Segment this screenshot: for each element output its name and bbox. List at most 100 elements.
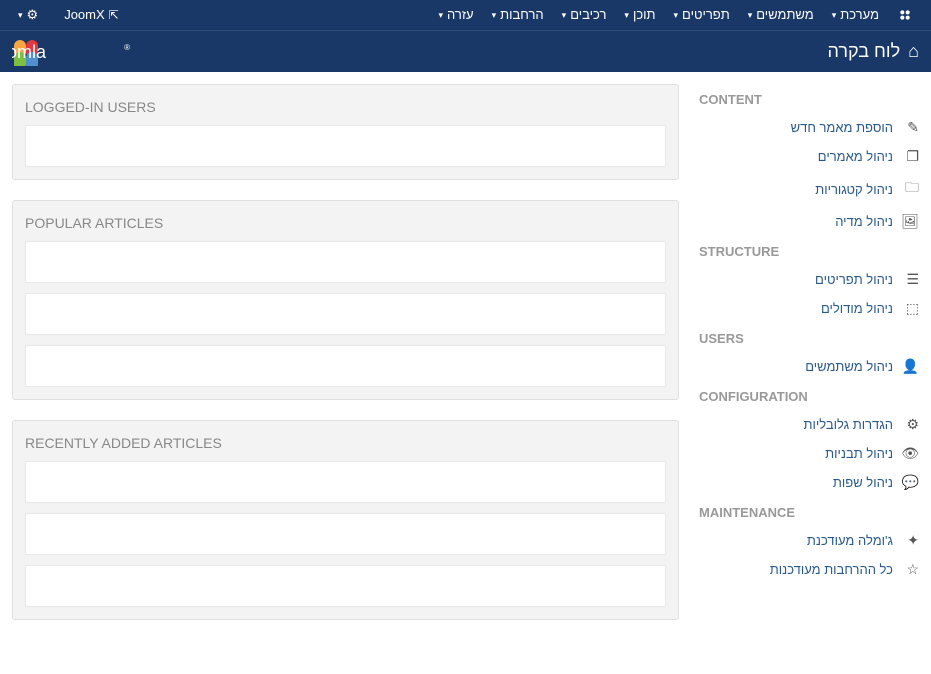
- nav-heading: STRUCTURE: [699, 236, 919, 265]
- nav-manage-modules[interactable]: ⬚ ניהול מודולים: [699, 294, 919, 323]
- nav-manage-users[interactable]: 👤 ניהול משתמשים: [699, 352, 919, 381]
- panel-recently-added-articles: RECENTLY ADDED ARTICLES: [12, 420, 679, 620]
- gear-icon: ⚙: [27, 0, 39, 30]
- menu-menus[interactable]: תפריטים▾: [666, 0, 738, 30]
- nav-label: ניהול מאמרים: [818, 149, 893, 164]
- nav-manage-menus[interactable]: ☰ ניהול תפריטים: [699, 265, 919, 294]
- nav-label: ניהול משתמשים: [805, 359, 893, 374]
- caret-down-icon: ▾: [562, 0, 567, 30]
- star-icon: ☆: [903, 561, 919, 578]
- table-row[interactable]: [25, 513, 666, 555]
- nav-label: ניהול קטגוריות: [815, 182, 893, 197]
- nav-section-structure: STRUCTURE ☰ ניהול תפריטים ⬚ ניהול מודולים: [699, 236, 919, 323]
- panel-title: LOGGED-IN USERS: [25, 95, 666, 125]
- top-menubar: מערכת▾ משתמשים▾ תפריטים▾ תוכן▾ רכיבים▾ ה…: [0, 0, 931, 30]
- menu-system[interactable]: מערכת▾: [824, 0, 887, 30]
- nav-add-article[interactable]: ✎ הוספת מאמר חדש: [699, 113, 919, 142]
- panel-title: RECENTLY ADDED ARTICLES: [25, 431, 666, 461]
- caret-down-icon: ▾: [18, 0, 23, 30]
- table-row[interactable]: [25, 461, 666, 503]
- topbar-menus: מערכת▾ משתמשים▾ תפריטים▾ תוכן▾ רכיבים▾ ה…: [431, 0, 921, 30]
- stack-icon: ❐: [903, 148, 919, 165]
- menu-help[interactable]: עזרה▾: [431, 0, 482, 30]
- menu-users[interactable]: משתמשים▾: [740, 0, 822, 30]
- nav-heading: MAINTENANCE: [699, 497, 919, 526]
- menu-label: רכיבים: [570, 0, 606, 30]
- nav-manage-articles[interactable]: ❐ ניהול מאמרים: [699, 142, 919, 171]
- nav-label: ניהול שפות: [833, 475, 893, 490]
- table-row[interactable]: [25, 293, 666, 335]
- nav-joomla-updated[interactable]: ✦ ג'ומלה מעודכנת: [699, 526, 919, 555]
- nav-section-maintenance: MAINTENANCE ✦ ג'ומלה מעודכנת ☆ כל ההרחבות …: [699, 497, 919, 584]
- caret-down-icon: ▾: [832, 0, 837, 30]
- nav-section-users: USERS 👤 ניהול משתמשים: [699, 323, 919, 381]
- cube-icon: ⬚: [903, 300, 919, 317]
- page-title-wrap: ⌂ לוח בקרה: [828, 41, 919, 62]
- nav-label: ניהול תפריטים: [815, 272, 893, 287]
- nav-label: הוספת מאמר חדש: [791, 120, 893, 135]
- sidebar: CONTENT ✎ הוספת מאמר חדש ❐ ניהול מאמרים 🗀 נ…: [699, 84, 919, 620]
- table-row[interactable]: [25, 125, 666, 167]
- image-icon: 🖼: [903, 213, 919, 230]
- site-link[interactable]: ⇱ JoomX: [56, 0, 127, 30]
- caret-down-icon: ▾: [748, 0, 753, 30]
- menu-label: עזרה: [447, 0, 474, 30]
- nav-manage-languages[interactable]: 💬 ניהול שפות: [699, 468, 919, 497]
- joomla-icon: [897, 7, 913, 23]
- nav-global-config[interactable]: ⚙ הגדרות גלובליות: [699, 410, 919, 439]
- panel-logged-in-users: LOGGED-IN USERS: [12, 84, 679, 180]
- nav-label: ניהול תבניות: [825, 446, 893, 461]
- nav-section-content: CONTENT ✎ הוספת מאמר חדש ❐ ניהול מאמרים 🗀 נ…: [699, 84, 919, 236]
- menu-label: משתמשים: [756, 0, 814, 30]
- table-row[interactable]: [25, 241, 666, 283]
- table-row[interactable]: [25, 565, 666, 607]
- caret-down-icon: ▾: [674, 0, 679, 30]
- caret-down-icon: ▾: [492, 0, 497, 30]
- pencil-icon: ✎: [903, 119, 919, 136]
- user-menu[interactable]: ⚙ ▾: [10, 0, 46, 30]
- table-row[interactable]: [25, 345, 666, 387]
- nav-manage-media[interactable]: 🖼ניהול מדיה: [699, 207, 919, 236]
- nav-label: הגדרות גלובליות: [804, 417, 894, 432]
- nav-label: ניהול מודולים: [821, 301, 893, 316]
- caret-down-icon: ▾: [624, 0, 629, 30]
- menu-extensions[interactable]: הרחבות▾: [484, 0, 552, 30]
- joomla-mark-icon: ✦: [903, 532, 919, 549]
- home-icon: ⌂: [908, 41, 919, 62]
- eye-icon: 👁: [903, 445, 919, 462]
- nav-heading: USERS: [699, 323, 919, 352]
- content-wrap: CONTENT ✎ הוספת מאמר חדש ❐ ניהול מאמרים 🗀 נ…: [0, 72, 931, 632]
- menu-label: הרחבות: [500, 0, 544, 30]
- external-link-icon: ⇱: [109, 0, 119, 30]
- nav-manage-templates[interactable]: 👁 ניהול תבניות: [699, 439, 919, 468]
- topbar-tools: ⇱ JoomX ⚙ ▾: [10, 0, 127, 30]
- caret-down-icon: ▾: [439, 0, 444, 30]
- joomla-logo-icon: Joomla! ®: [12, 38, 152, 66]
- site-name: JoomX: [64, 0, 104, 30]
- nav-heading: CONFIGURATION: [699, 381, 919, 410]
- joomla-logo-small[interactable]: [889, 0, 921, 30]
- svg-text:Joomla!: Joomla!: [12, 42, 47, 62]
- menu-label: תפריטים: [682, 0, 730, 30]
- main-area: LOGGED-IN USERS POPULAR ARTICLES RECENTL…: [12, 84, 679, 620]
- user-icon: 👤: [903, 358, 919, 375]
- comment-icon: 💬: [903, 474, 919, 491]
- menu-label: תוכן: [633, 0, 656, 30]
- header-logo: Joomla! ®: [12, 38, 152, 66]
- page-title: לוח בקרה: [828, 41, 901, 62]
- nav-manage-categories[interactable]: 🗀 ניהול קטגוריות: [699, 171, 919, 207]
- nav-extensions-updated[interactable]: ☆ כל ההרחבות מעודכנות: [699, 555, 919, 584]
- page-header: ⌂ לוח בקרה Joomla! ®: [0, 30, 931, 72]
- nav-heading: CONTENT: [699, 84, 919, 113]
- list-icon: ☰: [903, 271, 919, 288]
- panel-popular-articles: POPULAR ARTICLES: [12, 200, 679, 400]
- menu-label: מערכת: [840, 0, 879, 30]
- menu-components[interactable]: רכיבים▾: [554, 0, 615, 30]
- folder-icon: 🗀: [903, 177, 919, 201]
- menu-content[interactable]: תוכן▾: [616, 0, 663, 30]
- nav-label: כל ההרחבות מעודכנות: [770, 562, 893, 577]
- nav-label: ג'ומלה מעודכנת: [807, 533, 893, 548]
- svg-text:®: ®: [124, 43, 130, 52]
- panel-title: POPULAR ARTICLES: [25, 211, 666, 241]
- gear-icon: ⚙: [903, 416, 919, 433]
